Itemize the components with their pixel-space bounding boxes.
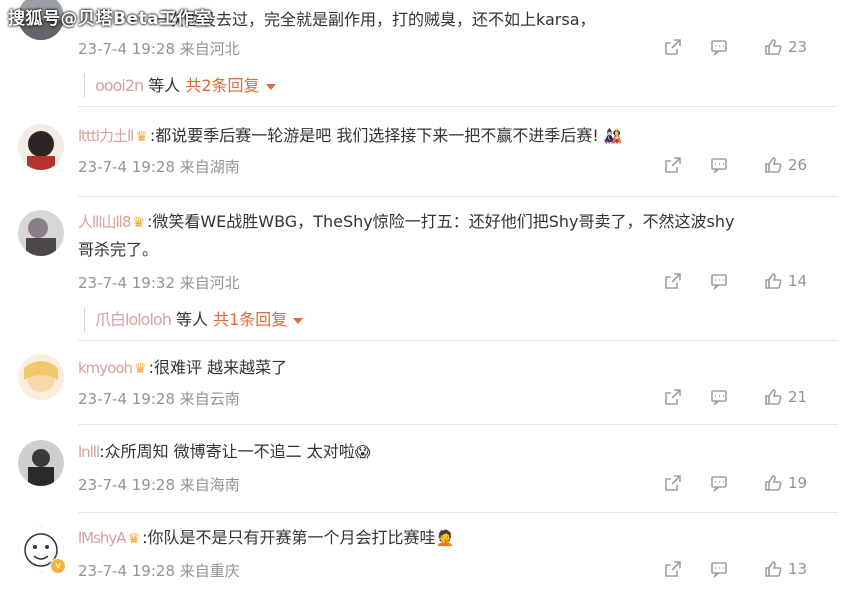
comment-icon <box>711 274 727 290</box>
like-button[interactable]: 13 <box>742 560 828 578</box>
like-button[interactable]: 14 <box>742 272 828 290</box>
share-button[interactable] <box>650 560 696 578</box>
crown-badge-icon: ♛ <box>132 215 145 231</box>
reply-users: oooi2n <box>95 76 144 95</box>
thumbs-up-icon <box>765 157 782 173</box>
like-count: 14 <box>788 272 808 290</box>
thumbs-up-icon <box>765 39 782 55</box>
comment-icon <box>711 158 727 174</box>
crown-badge-icon: ♛ <box>134 361 147 377</box>
share-icon <box>665 273 681 289</box>
comment-icon <box>711 390 727 406</box>
divider <box>78 512 838 513</box>
reply-mid: 等人 <box>148 76 181 95</box>
comment-text: :很难评 越来越菜了 <box>148 358 288 377</box>
emoji-icon: 🤦 <box>435 529 455 547</box>
comment-icon <box>711 40 727 56</box>
comment-time: 23-7-4 19:28 <box>78 158 175 176</box>
share-icon <box>665 389 681 405</box>
avatar[interactable] <box>18 440 64 486</box>
comment-location: 来自湖南 <box>179 158 240 176</box>
comment-time: 23-7-4 19:28 <box>78 476 175 494</box>
thumbs-up-icon <box>765 273 782 289</box>
chevron-down-icon <box>293 317 304 324</box>
comment-button[interactable] <box>696 272 742 290</box>
verified-badge-icon: v <box>50 558 66 574</box>
username[interactable]: ltttl力土ll <box>78 122 134 150</box>
like-count: 23 <box>788 38 808 56</box>
share-button[interactable] <box>650 272 696 290</box>
reply-expand-link[interactable]: 共2条回复 <box>185 76 259 95</box>
thumbs-up-icon <box>765 389 782 405</box>
reply-users: 爪白lololoh <box>95 310 172 329</box>
comment-text: :微笑看WE战胜WBG，TheShy惊险一打五：还好他们把Shy哥卖了，不然这波… <box>146 212 735 231</box>
comment-time: 23-7-4 19:28 <box>78 562 175 580</box>
comment-button[interactable] <box>696 156 742 174</box>
reply-mid: 等人 <box>175 310 208 329</box>
comment-text: 一次也没去过，完全就是副作用，打的贼臭，还不如上karsa， <box>152 10 596 29</box>
reply-summary[interactable]: oooi2n 等人 共2条回复 <box>84 74 276 98</box>
share-icon <box>665 39 681 55</box>
comment-button[interactable] <box>696 560 742 578</box>
avatar[interactable] <box>18 124 64 170</box>
comment-text-cont: 哥杀完了。 <box>78 240 159 259</box>
like-button[interactable]: 21 <box>742 388 828 406</box>
share-button[interactable] <box>650 388 696 406</box>
share-button[interactable] <box>650 474 696 492</box>
comment-location: 来自云南 <box>179 390 240 408</box>
divider <box>78 424 838 425</box>
emoji-icon: 🎎 <box>603 127 623 145</box>
comment-location: 来自河北 <box>179 274 240 292</box>
like-button[interactable]: 23 <box>742 38 828 56</box>
comment-time: 23-7-4 19:28 <box>78 40 175 58</box>
like-count: 13 <box>788 560 808 578</box>
username[interactable]: 人lll山ll8 <box>78 208 131 236</box>
comment-location: 来自河北 <box>179 40 240 58</box>
share-icon <box>665 157 681 173</box>
username[interactable]: lnlll <box>78 438 100 466</box>
comment-location: 来自重庆 <box>179 562 240 580</box>
comment-text: :都说要季后赛一轮游是吧 我们选择接下来一把不赢不进季后赛! <box>149 126 599 145</box>
watermark: 搜狐号@贝塔Beta工作室 <box>8 9 212 29</box>
comment-text: :你队是不是只有开赛第一个月会打比赛哇 <box>142 528 436 547</box>
share-icon <box>665 475 681 491</box>
share-button[interactable] <box>650 156 696 174</box>
comment-button[interactable] <box>696 38 742 56</box>
crown-badge-icon: ♛ <box>127 531 141 547</box>
like-count: 19 <box>788 474 808 492</box>
avatar[interactable] <box>18 210 64 256</box>
divider <box>78 106 838 107</box>
like-count: 21 <box>788 388 808 406</box>
reply-summary[interactable]: 爪白lololoh 等人 共1条回复 <box>84 308 304 332</box>
comment-button[interactable] <box>696 388 742 406</box>
username[interactable]: kmyooh <box>78 354 133 382</box>
like-count: 26 <box>788 156 808 174</box>
like-button[interactable]: 26 <box>742 156 828 174</box>
emoji-icon: 😱 <box>354 443 371 461</box>
chevron-down-icon <box>265 83 276 90</box>
share-button[interactable] <box>650 38 696 56</box>
thumbs-up-icon <box>765 561 782 577</box>
reply-expand-link[interactable]: 共1条回复 <box>213 310 287 329</box>
crown-badge-icon: ♛ <box>135 129 148 145</box>
divider <box>78 196 838 197</box>
comment-location: 来自海南 <box>179 476 240 494</box>
comment-text: :众所周知 微博寄让一不追二 太对啦 <box>99 442 355 461</box>
share-icon <box>665 561 681 577</box>
divider <box>78 340 838 341</box>
username[interactable]: lMshyA <box>78 524 127 552</box>
like-button[interactable]: 19 <box>742 474 828 492</box>
comment-time: 23-7-4 19:28 <box>78 390 175 408</box>
comment-icon <box>711 476 727 492</box>
thumbs-up-icon <box>765 475 782 491</box>
comment-time: 23-7-4 19:32 <box>78 274 175 292</box>
comment-icon <box>711 562 727 578</box>
avatar[interactable] <box>18 354 64 400</box>
comment-button[interactable] <box>696 474 742 492</box>
